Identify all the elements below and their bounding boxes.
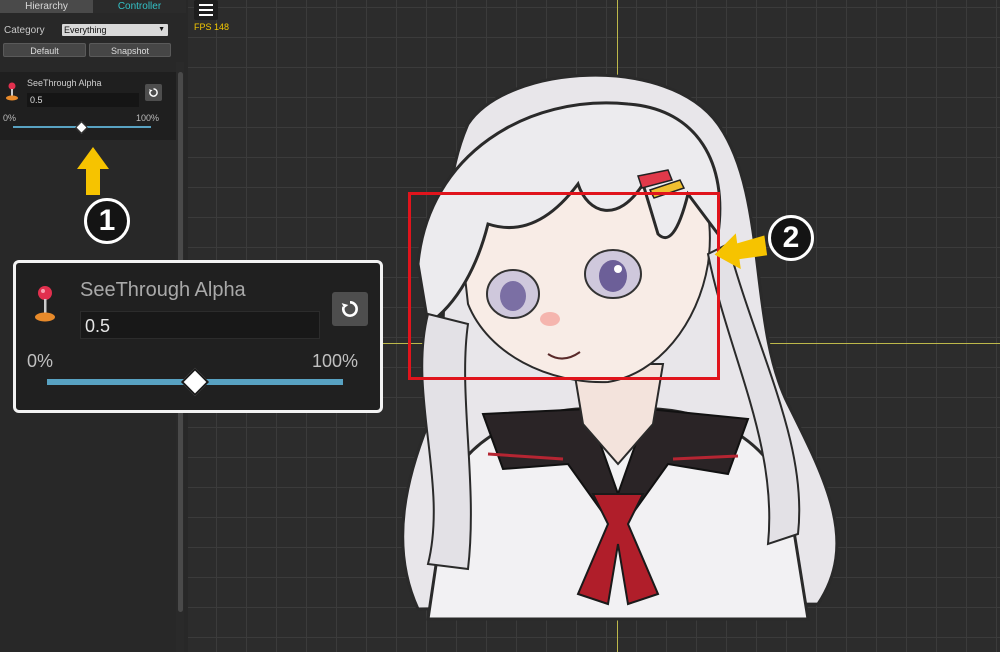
arrow-left-icon xyxy=(714,233,768,269)
tab-hierarchy[interactable]: Hierarchy xyxy=(0,0,93,13)
panel-tabs: Hierarchy Controller xyxy=(0,0,186,13)
arrow-up-icon xyxy=(77,147,109,195)
joystick-icon xyxy=(6,82,18,101)
slider-min-label: 0% xyxy=(3,113,17,123)
highlight-box xyxy=(408,192,720,380)
menu-button[interactable] xyxy=(194,0,218,20)
step-badge-1: 1 xyxy=(84,198,130,244)
tab-controller[interactable]: Controller xyxy=(93,0,186,13)
param-name: SeeThrough Alpha xyxy=(80,279,246,301)
category-select[interactable]: Everything ▼ xyxy=(62,24,168,36)
param-slider-thumb[interactable] xyxy=(180,367,210,397)
category-label: Category xyxy=(4,25,45,36)
default-button[interactable]: Default xyxy=(3,43,86,57)
step-badge-2: 2 xyxy=(768,215,814,261)
param-value-field[interactable]: 0.5 xyxy=(27,93,139,107)
reset-icon xyxy=(148,88,158,97)
zoomed-param-callout: SeeThrough Alpha 0.5 0% 100% xyxy=(13,260,383,413)
slider-max-label: 100% xyxy=(312,351,359,371)
snapshot-button[interactable]: Snapshot xyxy=(89,43,171,57)
reset-button[interactable] xyxy=(145,84,162,101)
slider-min-label: 0% xyxy=(27,351,54,371)
chevron-down-icon: ▼ xyxy=(158,26,165,33)
param-slider-thumb[interactable] xyxy=(75,121,88,134)
param-card: SeeThrough Alpha 0.5 0% 100% xyxy=(0,72,176,140)
menu-icon xyxy=(199,4,213,16)
fps-counter: FPS 148 xyxy=(194,22,230,32)
slider-max-label: 100% xyxy=(136,113,160,123)
reset-icon xyxy=(341,301,358,317)
param-name: SeeThrough Alpha xyxy=(27,78,102,88)
reset-button[interactable] xyxy=(332,292,368,326)
joystick-icon xyxy=(35,286,55,322)
param-value-field[interactable]: 0.5 xyxy=(80,311,320,339)
category-value: Everything xyxy=(64,25,107,35)
